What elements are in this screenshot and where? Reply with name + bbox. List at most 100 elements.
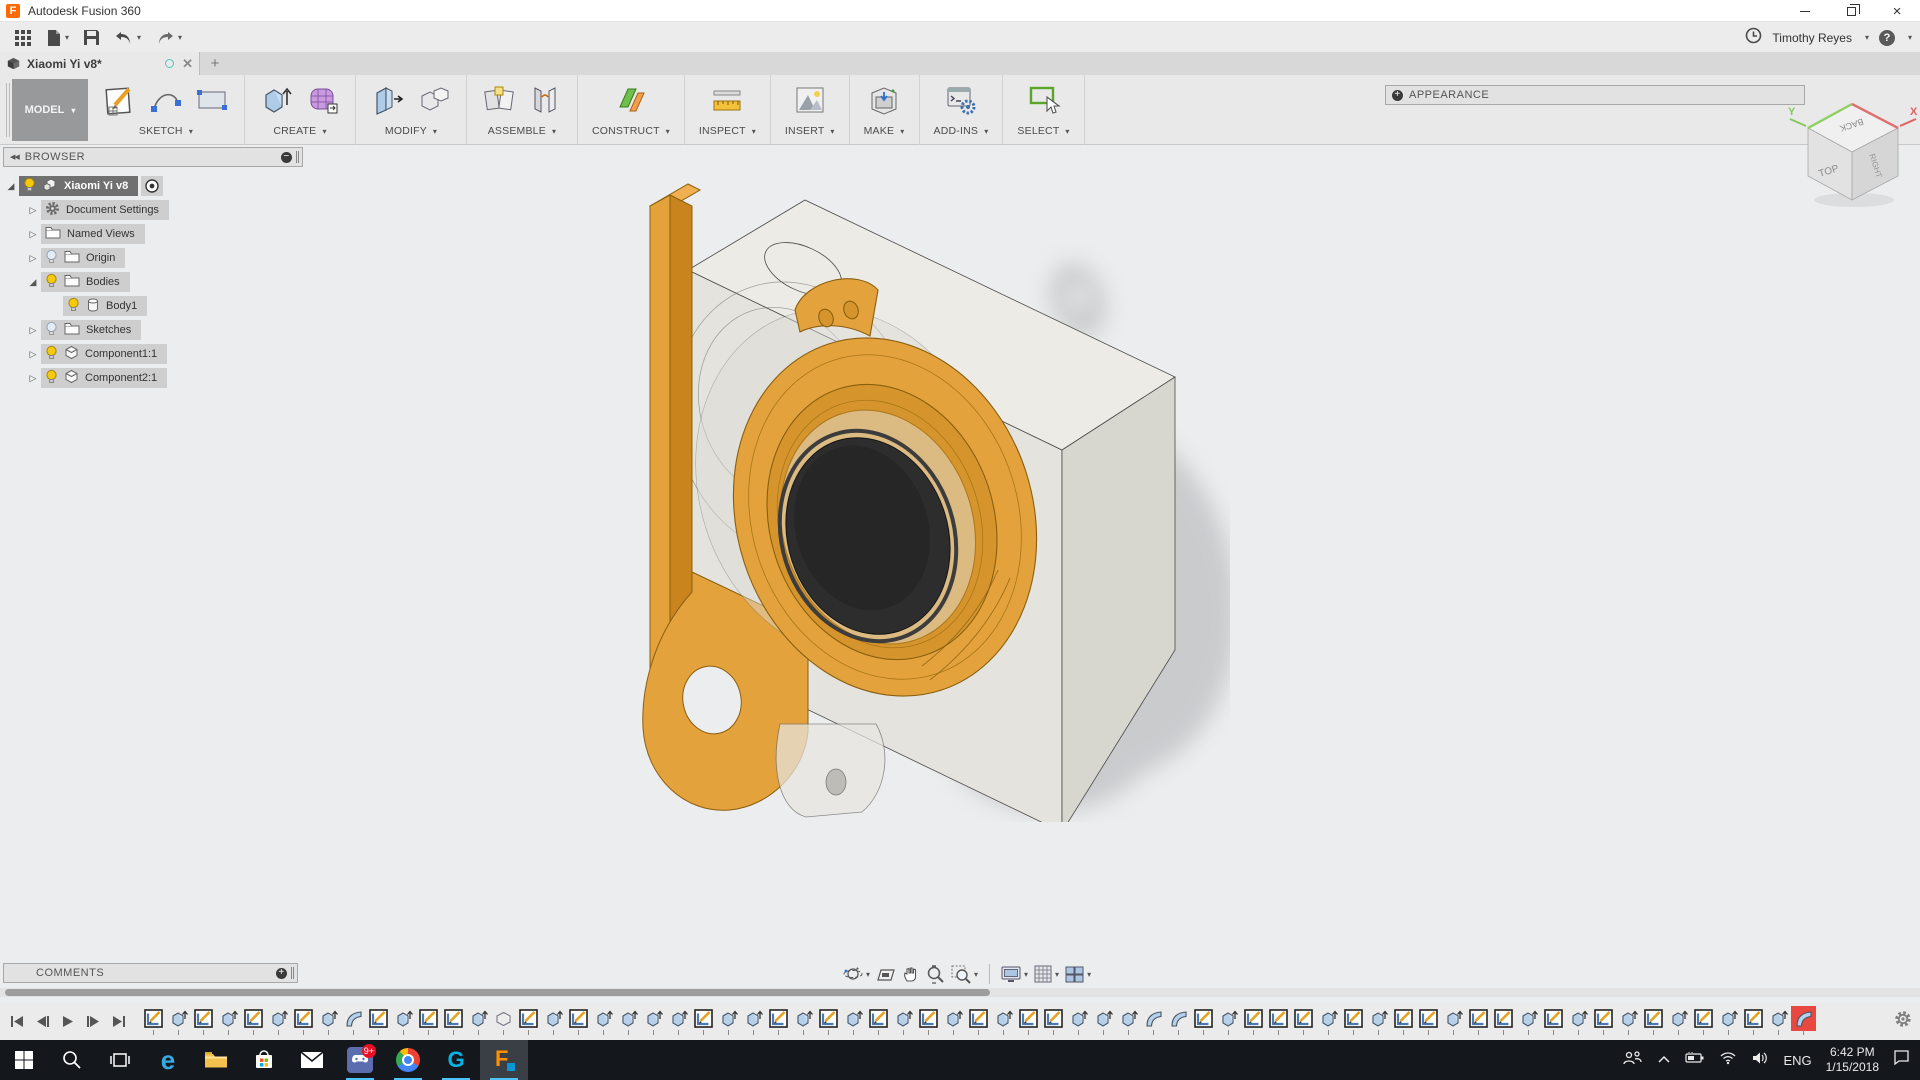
timeline-feature-extrude[interactable]: [1769, 1009, 1788, 1035]
document-tab[interactable]: Xiaomi Yi v8* ✕: [0, 52, 200, 75]
ribbon-group-label[interactable]: CREATE ▾: [273, 125, 326, 137]
visibility-bulb-icon[interactable]: [45, 249, 58, 267]
workspace-selector[interactable]: MODEL▾: [12, 79, 88, 141]
job-status-clock-icon[interactable]: [1745, 27, 1762, 49]
timeline-feature-extrude[interactable]: [1094, 1009, 1113, 1035]
timeline-feature-sketch[interactable]: [1244, 1009, 1263, 1035]
ribbon-group-label[interactable]: ASSEMBLE ▾: [488, 125, 557, 137]
help-button[interactable]: ?: [1879, 30, 1895, 46]
ribbon-group-label[interactable]: ADD-INS ▾: [934, 125, 989, 137]
browser-panel-header[interactable]: ◀◀ BROWSER −: [3, 147, 303, 167]
help-menu-caret[interactable]: ▾: [1908, 33, 1912, 42]
timeline-feature-sketch[interactable]: [819, 1009, 838, 1035]
new-tab-button[interactable]: +: [200, 52, 230, 75]
browser-item-component2-1[interactable]: ▷Component2:1: [3, 366, 169, 390]
tree-expand-icon[interactable]: ◢: [3, 181, 19, 192]
browser-item-sketches[interactable]: ▷Sketches: [3, 318, 169, 342]
ribbon-group-label[interactable]: INSPECT ▾: [699, 125, 756, 137]
timeline-feature-extrude[interactable]: [219, 1009, 238, 1035]
timeline-feature-sketch[interactable]: [444, 1009, 463, 1035]
people-icon[interactable]: [1623, 1050, 1643, 1071]
tab-close-icon[interactable]: ✕: [182, 56, 193, 72]
timeline-feature-sketch[interactable]: [1494, 1009, 1513, 1035]
restore-button[interactable]: [1828, 0, 1874, 22]
zoom-icon[interactable]: [926, 965, 945, 984]
ribbon-group-label[interactable]: CONSTRUCT ▾: [592, 125, 670, 137]
create-sketch-button[interactable]: [102, 82, 138, 118]
browser-minimize-icon[interactable]: −: [281, 152, 292, 163]
battery-icon[interactable]: [1685, 1051, 1705, 1069]
action-center-icon[interactable]: [1893, 1050, 1910, 1070]
timeline-feature-sketch[interactable]: [1644, 1009, 1663, 1035]
measure-button[interactable]: [709, 82, 745, 118]
taskbar-start-button[interactable]: [0, 1040, 48, 1080]
timeline-feature-sketch[interactable]: [919, 1009, 938, 1035]
skip-end-button[interactable]: [112, 1015, 126, 1028]
tray-chevron-up-icon[interactable]: [1657, 1051, 1671, 1069]
timeline-feature-sketch[interactable]: [1694, 1009, 1713, 1035]
timeline-feature-sketch[interactable]: [1344, 1009, 1363, 1035]
file-menu-button[interactable]: ▾: [46, 29, 69, 47]
select-button[interactable]: [1026, 82, 1062, 118]
timeline-settings-gear-icon[interactable]: [1894, 1010, 1912, 1033]
timeline-feature-sketch[interactable]: [769, 1009, 788, 1035]
rectangle-button[interactable]: [194, 82, 230, 118]
browser-item-component1-1[interactable]: ▷Component1:1: [3, 342, 169, 366]
timeline-feature-sketch[interactable]: [1019, 1009, 1038, 1035]
ribbon-group-label[interactable]: INSERT ▾: [785, 125, 835, 137]
timeline-feature-extrude[interactable]: [744, 1009, 763, 1035]
visibility-bulb-icon[interactable]: [23, 177, 36, 195]
language-indicator[interactable]: ENG: [1783, 1053, 1811, 1068]
viewports-icon[interactable]: ▾: [1065, 966, 1091, 983]
timeline-feature-sketch[interactable]: [369, 1009, 388, 1035]
press-pull-button[interactable]: [370, 82, 406, 118]
taskbar-edge-app[interactable]: e: [144, 1040, 192, 1080]
timeline-feature-extrude[interactable]: [269, 1009, 288, 1035]
taskbar-game-app[interactable]: 9+: [336, 1040, 384, 1080]
display-settings-icon[interactable]: ▾: [1001, 966, 1028, 983]
timeline-feature-fillet[interactable]: [1169, 1009, 1188, 1035]
wifi-icon[interactable]: [1719, 1051, 1737, 1070]
skip-start-button[interactable]: [10, 1015, 24, 1028]
timeline-feature-sketch[interactable]: [1469, 1009, 1488, 1035]
ribbon-group-label[interactable]: MAKE ▾: [864, 125, 905, 137]
timeline-feature-extrude[interactable]: [594, 1009, 613, 1035]
browser-item-xiaomi-yi-v8[interactable]: ◢Xiaomi Yi v8: [3, 174, 169, 198]
pan-icon[interactable]: [902, 965, 920, 983]
tree-expand-icon[interactable]: ◢: [25, 277, 41, 288]
ribbon-group-label[interactable]: SELECT ▾: [1017, 125, 1069, 137]
timeline-feature-extrude[interactable]: [669, 1009, 688, 1035]
close-button[interactable]: ×: [1874, 0, 1920, 22]
timeline-feature-extrude[interactable]: [719, 1009, 738, 1035]
browser-item-bodies[interactable]: ◢Bodies: [3, 270, 169, 294]
timeline-feature-box[interactable]: [494, 1009, 513, 1035]
timeline-feature-extrude[interactable]: [844, 1009, 863, 1035]
timeline-feature-extrude[interactable]: [1619, 1009, 1638, 1035]
timeline-feature-extrude[interactable]: [394, 1009, 413, 1035]
taskbar-fusion-360-app[interactable]: F: [480, 1040, 528, 1080]
appearance-expand-icon[interactable]: +: [1392, 90, 1403, 101]
timeline-feature-sketch[interactable]: [1394, 1009, 1413, 1035]
tree-expand-icon[interactable]: ▷: [25, 349, 41, 360]
timeline-feature-sketch[interactable]: [1594, 1009, 1613, 1035]
timeline-feature-extrude[interactable]: [319, 1009, 338, 1035]
scripts-addins-button[interactable]: [943, 82, 979, 118]
clock-date[interactable]: 6:42 PM 1/15/2018: [1826, 1045, 1879, 1075]
minimize-button[interactable]: [1782, 0, 1828, 22]
timeline-feature-sketch[interactable]: [244, 1009, 263, 1035]
browser-item-origin[interactable]: ▷Origin: [3, 246, 169, 270]
timeline-feature-sketch[interactable]: [1044, 1009, 1063, 1035]
timeline-feature-extrude[interactable]: [544, 1009, 563, 1035]
look-at-icon[interactable]: [876, 966, 896, 982]
visibility-bulb-icon[interactable]: [67, 297, 80, 315]
timeline-scrollbar-track[interactable]: [0, 988, 1920, 997]
user-account-menu[interactable]: Timothy Reyes: [1772, 31, 1852, 45]
joint-button[interactable]: [527, 82, 563, 118]
tree-expand-icon[interactable]: ▷: [25, 325, 41, 336]
step-back-button[interactable]: [36, 1015, 50, 1028]
appearance-panel[interactable]: + APPEARANCE: [1385, 85, 1805, 105]
timeline-feature-extrude[interactable]: [1444, 1009, 1463, 1035]
taskbar-task-view-button[interactable]: [96, 1040, 144, 1080]
timeline-feature-sketch[interactable]: [869, 1009, 888, 1035]
timeline-feature-extrude[interactable]: [169, 1009, 188, 1035]
